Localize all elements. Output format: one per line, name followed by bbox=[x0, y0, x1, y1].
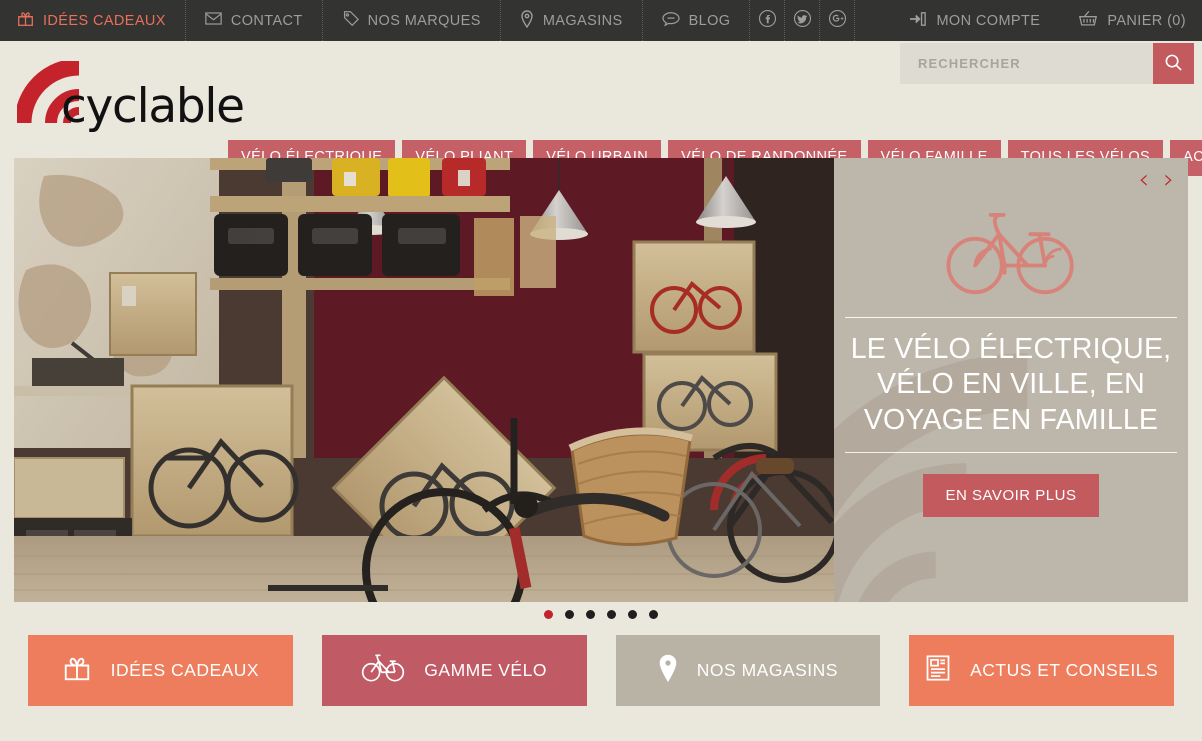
facebook-icon bbox=[758, 9, 777, 33]
top-link-label: NOS MARQUES bbox=[367, 12, 481, 29]
cart-label: PANIER (0) bbox=[1107, 12, 1186, 29]
carousel-dot-4[interactable] bbox=[607, 610, 616, 619]
tile-label: ACTUS ET CONSEILS bbox=[970, 660, 1159, 680]
carousel-dot-1[interactable] bbox=[544, 610, 553, 619]
carousel-dot-5[interactable] bbox=[628, 610, 637, 619]
my-account-label: MON COMPTE bbox=[936, 12, 1041, 29]
tile-idees-cadeaux[interactable]: IDÉES CADEAUX bbox=[28, 635, 293, 706]
tile-gamme-velo[interactable]: GAMME VÉLO bbox=[321, 635, 587, 706]
map-pin-icon bbox=[520, 9, 534, 32]
envelope-icon bbox=[205, 12, 222, 29]
hero-slide-image bbox=[14, 158, 834, 602]
quick-link-tiles: IDÉES CADEAUX GAMME VÉLO NOS MAGASINS AC… bbox=[0, 627, 1202, 706]
top-utility-links: IDÉES CADEAUX CONTACT NOS MARQUES MAGASI… bbox=[0, 0, 856, 41]
carousel-dot-3[interactable] bbox=[586, 610, 595, 619]
tile-label: NOS MAGASINS bbox=[696, 660, 838, 680]
site-logo[interactable]: cyclable bbox=[17, 59, 245, 135]
social-link-facebook[interactable] bbox=[750, 0, 786, 41]
top-utility-account-cart: MON COMPTE PANIER (0) bbox=[901, 0, 1194, 41]
top-link-magasins[interactable]: MAGASINS bbox=[501, 0, 643, 41]
top-utility-bar: IDÉES CADEAUX CONTACT NOS MARQUES MAGASI… bbox=[0, 0, 1202, 41]
top-link-blog[interactable]: BLOG bbox=[643, 0, 751, 41]
hero-carousel: ‹ › LE VÉLO ÉLECTRIQUE, VÉLO EN VILLE, E… bbox=[14, 158, 1188, 602]
tile-label: IDÉES CADEAUX bbox=[110, 660, 260, 680]
tag-icon bbox=[342, 10, 359, 31]
tile-label: GAMME VÉLO bbox=[424, 660, 547, 680]
hero-cta-button[interactable]: EN SAVOIR PLUS bbox=[922, 473, 1100, 517]
google-plus-icon bbox=[828, 9, 847, 33]
newspaper-icon bbox=[925, 654, 951, 687]
logo-wordmark: cyclable bbox=[61, 79, 245, 134]
social-link-google-plus[interactable] bbox=[820, 0, 856, 41]
hero-promo-title: LE VÉLO ÉLECTRIQUE, VÉLO EN VILLE, EN VO… bbox=[850, 333, 1172, 436]
search-submit-button[interactable] bbox=[1153, 43, 1194, 84]
map-pin-icon bbox=[658, 654, 678, 687]
tile-actus-et-conseils[interactable]: ACTUS ET CONSEILS bbox=[909, 635, 1174, 706]
shopping-basket-icon bbox=[1078, 10, 1098, 31]
hero-promo-panel: ‹ › LE VÉLO ÉLECTRIQUE, VÉLO EN VILLE, E… bbox=[834, 158, 1188, 602]
bicycle-icon bbox=[361, 653, 405, 688]
gift-icon bbox=[17, 10, 34, 31]
chat-bubble-icon bbox=[661, 11, 680, 31]
bicycle-icon bbox=[946, 212, 1074, 295]
top-link-label: MAGASINS bbox=[542, 12, 623, 29]
top-link-label: IDÉES CADEAUX bbox=[43, 12, 166, 29]
panel-divider-top bbox=[845, 317, 1177, 318]
search-icon bbox=[1164, 53, 1183, 75]
top-link-idees-cadeaux[interactable]: IDÉES CADEAUX bbox=[0, 0, 186, 41]
top-link-label: BLOG bbox=[688, 12, 731, 29]
carousel-pagination bbox=[0, 602, 1202, 627]
cart-link[interactable]: PANIER (0) bbox=[1070, 10, 1194, 31]
carousel-dot-6[interactable] bbox=[649, 610, 658, 619]
search-input[interactable] bbox=[900, 43, 1153, 84]
top-link-nos-marques[interactable]: NOS MARQUES bbox=[323, 0, 501, 41]
search-bar bbox=[900, 43, 1194, 84]
panel-divider-bottom bbox=[845, 451, 1177, 453]
chevron-right-icon[interactable]: › bbox=[1163, 166, 1174, 193]
login-arrow-icon bbox=[909, 11, 927, 31]
my-account-link[interactable]: MON COMPTE bbox=[901, 11, 1048, 31]
top-link-label: CONTACT bbox=[230, 12, 303, 29]
carousel-arrows: ‹ › bbox=[1138, 166, 1174, 193]
twitter-icon bbox=[793, 9, 812, 33]
top-link-contact[interactable]: CONTACT bbox=[186, 0, 323, 41]
site-header: cyclable VÉLO ÉLECTRIQUE VÉLO PLIANT VÉL… bbox=[0, 41, 1202, 176]
carousel-dot-2[interactable] bbox=[565, 610, 574, 619]
tile-nos-magasins[interactable]: NOS MAGASINS bbox=[615, 635, 881, 706]
gift-icon bbox=[62, 653, 92, 688]
chevron-left-icon[interactable]: ‹ bbox=[1138, 166, 1149, 193]
social-link-twitter[interactable] bbox=[785, 0, 821, 41]
